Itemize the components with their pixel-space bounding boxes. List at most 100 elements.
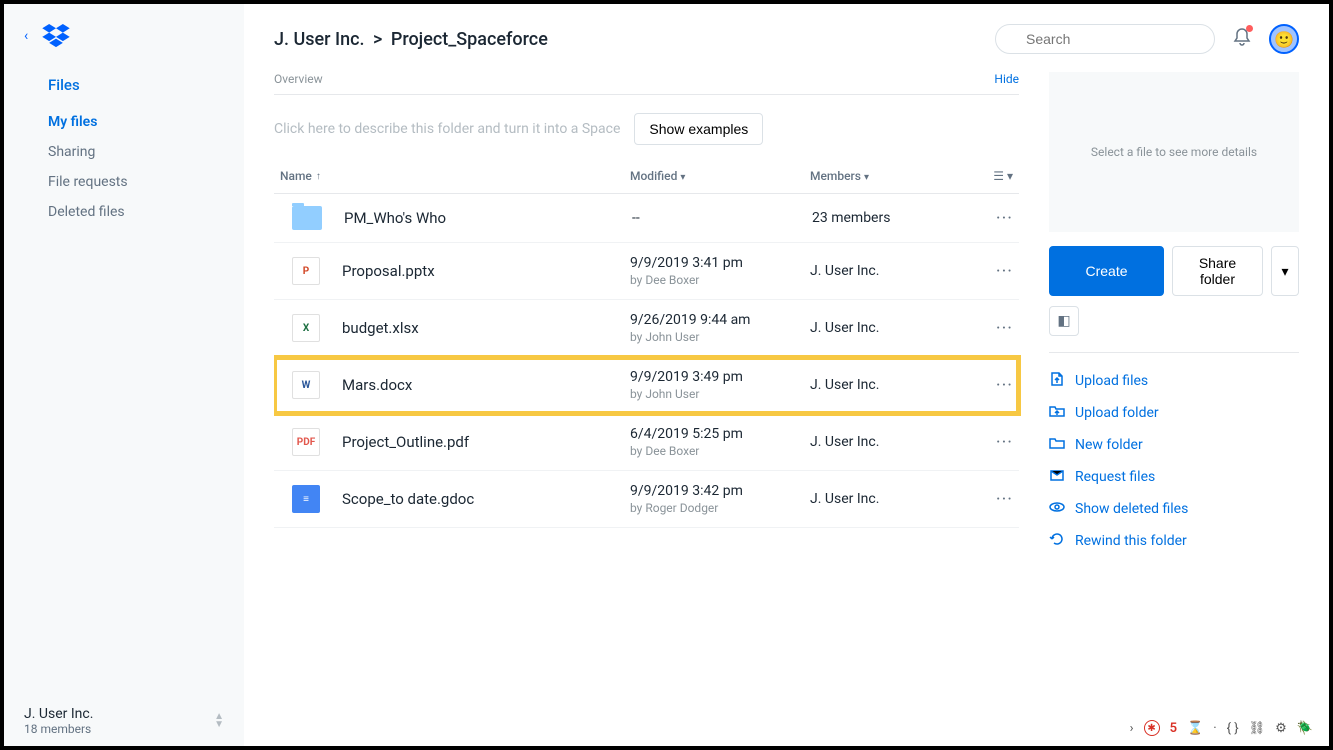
upload-folder-icon bbox=[1049, 403, 1065, 423]
breadcrumb-current[interactable]: Project_Spaceforce bbox=[391, 29, 548, 50]
sidebar-item-deleted-files[interactable]: Deleted files bbox=[48, 204, 224, 220]
dropdown-caret-icon: ▾ bbox=[680, 172, 685, 183]
xlsx-icon: X bbox=[292, 314, 320, 342]
side-action-show-deleted[interactable]: Show deleted files bbox=[1049, 493, 1299, 525]
layout-toggle-icon[interactable]: ◧ bbox=[1049, 306, 1079, 336]
team-members-count: 18 members bbox=[24, 722, 93, 736]
file-modified: 9/9/2019 3:41 pmby Dee Boxer bbox=[630, 255, 810, 287]
file-modified: 6/4/2019 5:25 pmby Dee Boxer bbox=[630, 426, 810, 458]
link-icon[interactable]: ⛓ bbox=[1249, 721, 1266, 736]
file-actions-menu[interactable]: ··· bbox=[940, 432, 1013, 453]
file-list: PM_Who's Who--23 members···PProposal.ppt… bbox=[274, 194, 1019, 528]
bug-icon[interactable]: 🪲 bbox=[1297, 721, 1313, 736]
devtools-chevron-icon[interactable]: › bbox=[1130, 721, 1134, 736]
view-options[interactable]: ☰ ▾ bbox=[940, 169, 1013, 183]
file-row[interactable]: W Mars.docx9/9/2019 3:49 pmby John UserJ.… bbox=[274, 357, 1019, 414]
main-content: J. User Inc. > Project_Spaceforce 🙂 bbox=[244, 4, 1329, 746]
docx-icon: W bbox=[292, 371, 320, 399]
overview-hide-button[interactable]: Hide bbox=[994, 72, 1019, 86]
accessibility-icon[interactable]: ✱ bbox=[1144, 720, 1160, 736]
team-name: J. User Inc. bbox=[24, 706, 93, 722]
notification-badge bbox=[1246, 25, 1253, 32]
file-name: Scope_to date.gdoc bbox=[342, 490, 630, 508]
file-row[interactable]: Xbudget.xlsx9/26/2019 9:44 amby John Use… bbox=[274, 300, 1019, 357]
file-name: budget.xlsx bbox=[342, 319, 630, 337]
create-button[interactable]: Create bbox=[1049, 246, 1164, 296]
team-switcher-icon[interactable]: ▲▼ bbox=[214, 713, 224, 729]
sidebar-item-file-requests[interactable]: File requests bbox=[48, 174, 224, 190]
file-name: PM_Who's Who bbox=[344, 209, 632, 227]
search-box[interactable] bbox=[995, 24, 1215, 54]
user-avatar[interactable]: 🙂 bbox=[1269, 24, 1299, 54]
column-members[interactable]: Members ▾ bbox=[810, 169, 940, 183]
file-name: Proposal.pptx bbox=[342, 262, 630, 280]
notifications-icon[interactable] bbox=[1233, 27, 1251, 51]
breadcrumb-separator: > bbox=[373, 29, 382, 50]
file-actions-menu[interactable]: ··· bbox=[940, 489, 1013, 510]
side-action-request[interactable]: Request files bbox=[1049, 461, 1299, 493]
sidebar-section-title[interactable]: Files bbox=[24, 76, 224, 94]
file-members: J. User Inc. bbox=[810, 377, 940, 393]
request-icon bbox=[1049, 467, 1065, 487]
hourglass-icon[interactable]: ⌛ bbox=[1187, 721, 1203, 736]
breadcrumb-root[interactable]: J. User Inc. bbox=[274, 29, 365, 50]
side-action-upload-file[interactable]: Upload files bbox=[1049, 365, 1299, 397]
file-modified: 9/26/2019 9:44 amby John User bbox=[630, 312, 810, 344]
dropdown-caret-icon: ▾ bbox=[864, 172, 869, 183]
file-members: J. User Inc. bbox=[810, 263, 940, 279]
upload-file-icon bbox=[1049, 371, 1065, 391]
search-input[interactable] bbox=[1026, 31, 1207, 47]
dropbox-logo bbox=[42, 24, 70, 48]
file-actions-menu[interactable]: ··· bbox=[940, 375, 1013, 396]
details-panel: Select a file to see more details Create… bbox=[1049, 72, 1299, 746]
gear-icon[interactable]: ⚙ bbox=[1275, 721, 1287, 736]
sidebar-item-sharing[interactable]: Sharing bbox=[48, 144, 224, 160]
file-modified: 9/9/2019 3:42 pmby Roger Dodger bbox=[630, 483, 810, 515]
space-description-prompt[interactable]: Click here to describe this folder and t… bbox=[274, 121, 620, 137]
collapse-sidebar-icon[interactable]: ‹ bbox=[24, 28, 28, 44]
file-members: J. User Inc. bbox=[810, 434, 940, 450]
preview-placeholder: Select a file to see more details bbox=[1049, 72, 1299, 232]
share-folder-button[interactable]: Share folder bbox=[1172, 246, 1263, 296]
sidebar-item-my-files[interactable]: My files bbox=[48, 114, 224, 130]
file-members: 23 members bbox=[812, 210, 942, 226]
file-name: Project_Outline.pdf bbox=[342, 433, 630, 451]
side-actions-list: Upload filesUpload folderNew folderReque… bbox=[1049, 365, 1299, 557]
column-modified[interactable]: Modified ▾ bbox=[630, 169, 810, 183]
file-row[interactable]: PDF Project_Outline.pdf6/4/2019 5:25 pmby… bbox=[274, 414, 1019, 471]
file-modified: 9/9/2019 3:49 pmby John User bbox=[630, 369, 810, 401]
issue-count: 5 bbox=[1170, 721, 1177, 736]
file-modified: -- bbox=[632, 210, 812, 226]
file-actions-menu[interactable]: ··· bbox=[942, 208, 1013, 229]
side-action-upload-folder[interactable]: Upload folder bbox=[1049, 397, 1299, 429]
sidebar-footer[interactable]: J. User Inc. 18 members ▲▼ bbox=[24, 696, 224, 736]
file-name: Mars.docx bbox=[342, 376, 630, 394]
gdoc-icon: ≡ bbox=[292, 485, 320, 513]
share-dropdown-button[interactable]: ▾ bbox=[1271, 246, 1299, 296]
file-row[interactable]: P Proposal.pptx9/9/2019 3:41 pmby Dee Box… bbox=[274, 243, 1019, 300]
sidebar-nav: My files Sharing File requests Deleted f… bbox=[24, 114, 224, 234]
side-action-rewind[interactable]: Rewind this folder bbox=[1049, 525, 1299, 557]
show-examples-button[interactable]: Show examples bbox=[634, 113, 763, 145]
breadcrumb: J. User Inc. > Project_Spaceforce bbox=[274, 29, 548, 50]
pdf-icon: PDF bbox=[292, 428, 320, 456]
devtools-strip: › ✱ 5 ⌛ · { } ⛓ ⚙ 🪲 bbox=[1122, 716, 1321, 740]
braces-icon[interactable]: { } bbox=[1227, 721, 1239, 736]
file-row[interactable]: PM_Who's Who--23 members··· bbox=[274, 194, 1019, 243]
file-members: J. User Inc. bbox=[810, 491, 940, 507]
column-name[interactable]: Name↑ bbox=[280, 169, 630, 183]
new-folder-icon bbox=[1049, 435, 1065, 455]
folder-icon bbox=[292, 206, 322, 230]
file-members: J. User Inc. bbox=[810, 320, 940, 336]
file-row[interactable]: ≡ Scope_to date.gdoc9/9/2019 3:42 pmby Ro… bbox=[274, 471, 1019, 528]
show-deleted-icon bbox=[1049, 499, 1065, 519]
side-action-new-folder[interactable]: New folder bbox=[1049, 429, 1299, 461]
sidebar: ‹ Files My files Sharing File requests D… bbox=[4, 4, 244, 746]
pptx-icon: P bbox=[292, 257, 320, 285]
overview-label: Overview bbox=[274, 72, 323, 86]
file-actions-menu[interactable]: ··· bbox=[940, 318, 1013, 339]
sort-asc-icon: ↑ bbox=[316, 171, 321, 182]
rewind-icon bbox=[1049, 531, 1065, 551]
file-actions-menu[interactable]: ··· bbox=[940, 261, 1013, 282]
file-table-header: Name↑ Modified ▾ Members ▾ ☰ ▾ bbox=[274, 169, 1019, 194]
